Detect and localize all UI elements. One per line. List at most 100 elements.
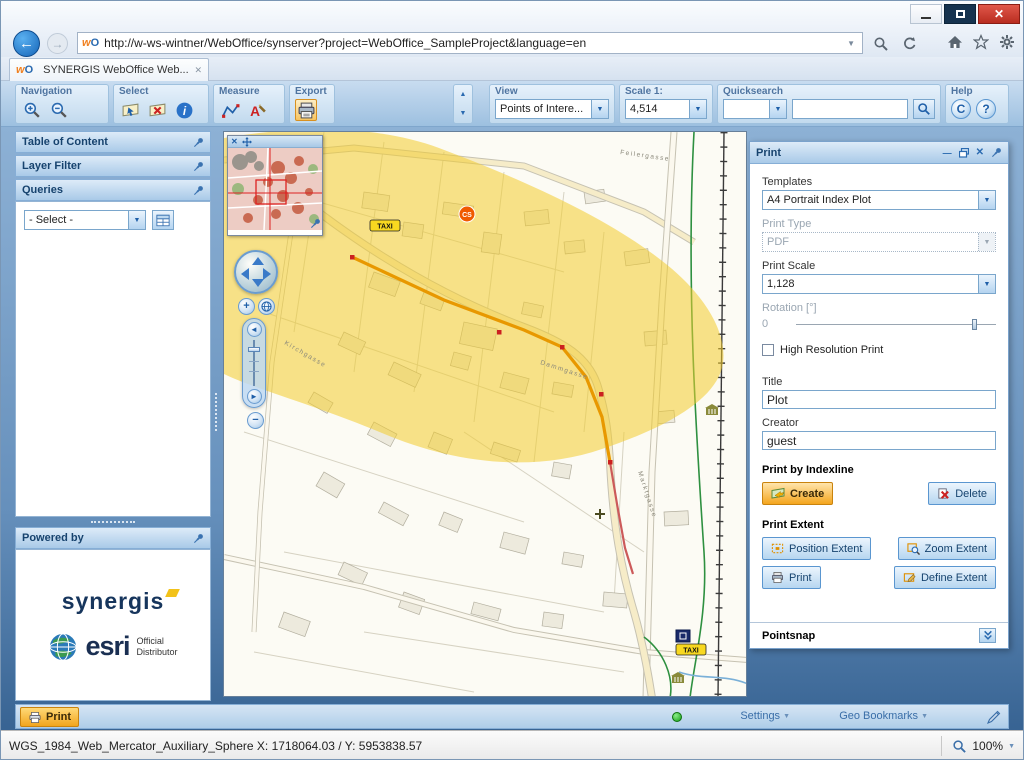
pin-icon[interactable]	[991, 147, 1002, 158]
browser-back-button[interactable]: ←	[13, 30, 40, 57]
powered-by-label: Powered by	[22, 532, 193, 544]
pointsnap-section[interactable]: Pointsnap	[750, 622, 1008, 648]
overview-close-icon[interactable]: ✕	[231, 138, 238, 146]
group-label-help: Help	[951, 86, 1003, 98]
position-extent-button[interactable]: Position Extent	[762, 537, 871, 560]
refresh-button[interactable]	[897, 34, 921, 53]
full-extent-button[interactable]	[258, 298, 275, 315]
quicksearch-button[interactable]	[913, 99, 935, 119]
caret-down-icon: ▼	[1008, 743, 1015, 750]
query-select-caret[interactable]: ▼	[128, 211, 145, 229]
overview-map[interactable]: ✕	[227, 135, 323, 236]
history-back-button[interactable]: ◄	[247, 322, 262, 337]
create-button[interactable]: Create	[762, 482, 833, 505]
move-icon[interactable]	[242, 137, 252, 147]
scale-dropdown-value: 4,514	[626, 100, 689, 118]
print-scale-caret[interactable]: ▼	[978, 275, 995, 293]
quicksearch-category-dropdown[interactable]: ▼	[723, 99, 787, 119]
browser-window: ✕ ← → wO http://w-ws-wintner/WebOffice/s…	[0, 0, 1024, 760]
pan-east-icon[interactable]	[263, 268, 271, 280]
toolbar-group-navigation: Navigation	[15, 84, 109, 124]
help-button[interactable]: ?	[976, 99, 996, 119]
zoom-level-icon	[952, 739, 967, 754]
scale-dropdown-caret[interactable]: ▼	[689, 100, 706, 118]
view-dropdown-caret[interactable]: ▼	[591, 100, 608, 118]
minus-icon: −	[252, 415, 258, 426]
home-button[interactable]	[947, 34, 963, 50]
zoom-out-map-button[interactable]: −	[247, 412, 264, 429]
sidebar-splitter[interactable]	[15, 517, 211, 527]
minimize-button[interactable]	[910, 4, 942, 24]
contact-button[interactable]: C	[951, 99, 971, 119]
address-search-button[interactable]	[869, 34, 893, 53]
templates-dropdown[interactable]: A4 Portrait Index Plot ▼	[762, 190, 996, 210]
map-canvas[interactable]: Kirchgasse Dammgasse Feilergasse Marktga…	[223, 131, 747, 697]
scale-dropdown[interactable]: 4,514 ▼	[625, 99, 707, 119]
tab-close-icon[interactable]: ✕	[194, 65, 202, 76]
browser-zoom-control[interactable]: 100% ▼	[941, 736, 1015, 756]
left-arrow-icon: ◄	[250, 326, 258, 334]
select-features-button[interactable]	[119, 99, 141, 121]
group-label-export: Export	[295, 86, 329, 98]
measure-button[interactable]	[219, 99, 241, 121]
zoom-in-button[interactable]	[21, 99, 43, 121]
history-forward-button[interactable]: ►	[247, 389, 262, 404]
sidebar-item-layer-filter[interactable]: Layer Filter	[15, 155, 211, 177]
settings-menu-button[interactable]	[999, 34, 1015, 50]
taxi-marker: TAXI	[370, 220, 400, 231]
print-panel-header[interactable]: Print — ✕	[750, 142, 1008, 164]
maximize-button[interactable]	[944, 4, 976, 24]
redlining-button[interactable]	[986, 709, 1002, 730]
clear-selection-button[interactable]	[146, 99, 168, 121]
identify-button[interactable]: i	[173, 99, 195, 121]
pan-south-icon[interactable]	[252, 279, 264, 287]
pan-north-icon[interactable]	[252, 257, 264, 265]
overview-pin[interactable]	[310, 216, 321, 234]
zoom-extent-icon	[907, 542, 920, 555]
query-table-button[interactable]	[152, 210, 174, 230]
pan-compass[interactable]	[234, 250, 278, 294]
browser-tab[interactable]: wO SYNERGIS WebOffice Web... ✕	[9, 58, 209, 81]
panel-close-button[interactable]: ✕	[976, 147, 984, 158]
url-field[interactable]: wO http://w-ws-wintner/WebOffice/synserv…	[77, 32, 863, 54]
sidebar-item-table-of-content[interactable]: Table of Content	[15, 131, 211, 153]
url-dropdown-caret[interactable]: ▼	[844, 39, 858, 48]
add-label-button[interactable]: A	[246, 99, 268, 121]
high-resolution-checkbox[interactable]	[762, 344, 774, 356]
define-extent-button[interactable]: Define Extent	[894, 566, 996, 589]
zoom-slider-handle[interactable]	[248, 347, 260, 352]
zoom-extent-button[interactable]: Zoom Extent	[898, 537, 996, 560]
zoom-slider[interactable]	[246, 340, 262, 386]
templates-caret[interactable]: ▼	[978, 191, 995, 209]
sidebar-item-powered-by[interactable]: Powered by	[15, 527, 211, 549]
print-scale-dropdown[interactable]: 1,128 ▼	[762, 274, 996, 294]
geo-bookmarks-menu[interactable]: Geo Bookmarks▼	[839, 710, 928, 722]
settings-menu[interactable]: Settings▼	[740, 710, 790, 722]
panel-minimize-button[interactable]: —	[943, 148, 952, 158]
title-input[interactable]	[762, 390, 996, 409]
close-window-button[interactable]: ✕	[978, 4, 1020, 24]
print-tool-button[interactable]	[295, 99, 317, 121]
quicksearch-input[interactable]	[792, 99, 908, 119]
query-select-dropdown[interactable]: - Select - ▼	[24, 210, 146, 230]
map-splitter[interactable]	[215, 393, 217, 431]
browser-forward-button[interactable]: →	[47, 33, 68, 54]
print-button[interactable]: Print	[762, 566, 821, 589]
expand-section-button[interactable]	[979, 628, 996, 643]
printer-icon	[771, 571, 784, 584]
pan-west-icon[interactable]	[241, 268, 249, 280]
print-task-tab[interactable]: Print	[20, 707, 79, 727]
view-dropdown[interactable]: Points of Intere... ▼	[495, 99, 609, 119]
cs-poi-marker: CS	[459, 206, 475, 222]
chevron-up-icon: ▲	[460, 91, 467, 98]
creator-input[interactable]	[762, 431, 996, 450]
connection-status-icon	[672, 712, 682, 722]
toolbar-collapse-control[interactable]: ▲ ▼	[453, 84, 473, 124]
favorites-button[interactable]	[973, 34, 989, 50]
zoom-in-map-button[interactable]: +	[238, 298, 255, 315]
zoom-out-button[interactable]	[48, 99, 70, 121]
sidebar-item-queries[interactable]: Queries	[15, 179, 211, 201]
quicksearch-category-caret[interactable]: ▼	[769, 100, 786, 118]
delete-button[interactable]: Delete	[928, 482, 996, 505]
panel-restore-button[interactable]	[959, 148, 969, 158]
